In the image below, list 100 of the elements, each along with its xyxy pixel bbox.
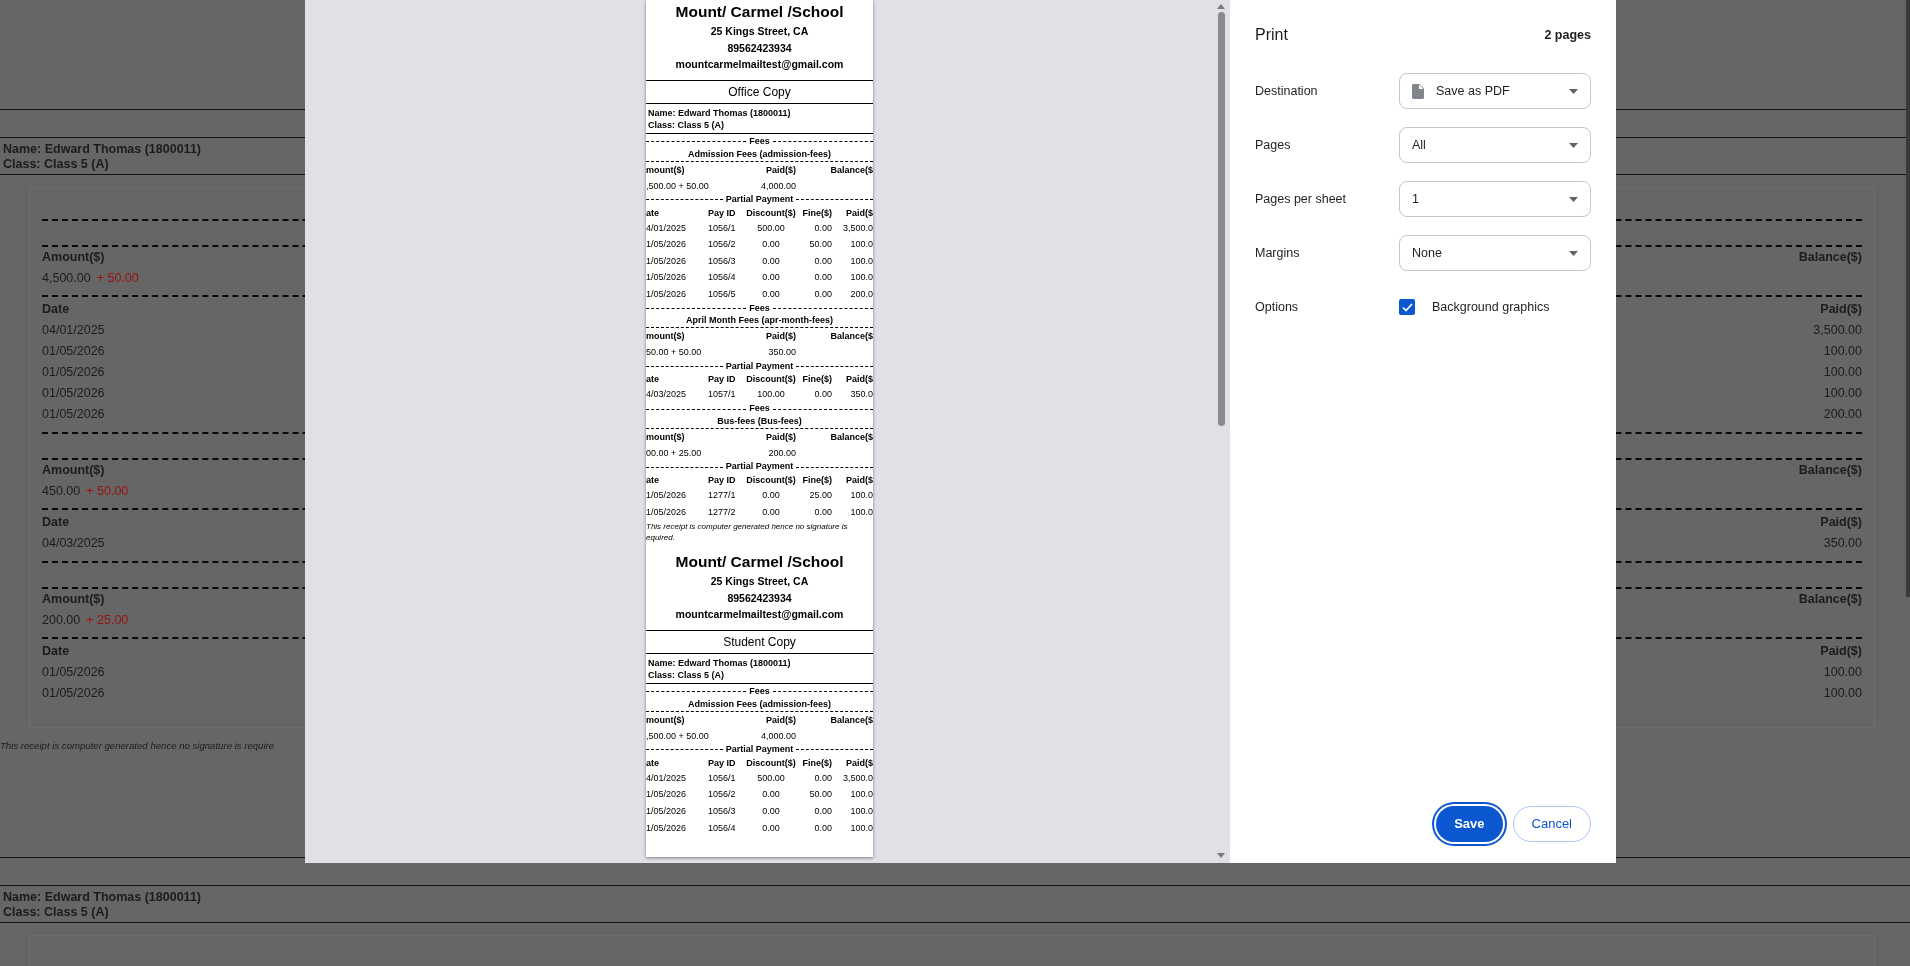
- date-cell-text: 01/05/2026: [42, 343, 105, 360]
- school-email: mountcarmelmailtest@gmail.com: [674, 607, 845, 623]
- table-cell-text: 1/05/2026: [646, 287, 688, 301]
- select-field[interactable]: All: [1399, 127, 1591, 163]
- amount-value: 200.00: [42, 613, 81, 627]
- table-cell-text: 0.00: [761, 271, 781, 285]
- school-name: Mount/ Carmel /School: [674, 2, 845, 22]
- paid-cell-text: 350.00: [1823, 535, 1862, 552]
- select-field[interactable]: 1: [1399, 181, 1591, 217]
- table-cell-text: 100.0: [849, 238, 873, 252]
- paid-cell-text: 200.00: [767, 447, 796, 461]
- scroll-down-arrow[interactable]: [1217, 853, 1225, 858]
- table-cell-text: 100.0: [849, 489, 873, 503]
- table-cell-text: 100.0: [849, 505, 873, 519]
- column-header: Paid($: [845, 206, 873, 220]
- column-header: Date: [42, 301, 70, 318]
- column-header: Discount($): [745, 373, 797, 387]
- date-cell-text: 01/05/2026: [42, 685, 105, 702]
- table-cell-text: 1/05/2026: [646, 254, 688, 268]
- column-header: mount($): [646, 713, 686, 727]
- column-header: Paid($): [765, 163, 796, 177]
- column-header: Amount($): [42, 591, 105, 608]
- paid-cell-text: 3,500.00: [1813, 322, 1862, 339]
- table-cell-text: 4/01/2025: [646, 771, 688, 785]
- scrollbar-thumb[interactable]: [1217, 12, 1225, 426]
- student-name: Name: Edward Thomas (1800011): [3, 142, 201, 157]
- column-header: Fine($): [802, 206, 833, 220]
- file-icon: [1412, 83, 1424, 99]
- column-header: Paid($): [765, 431, 796, 445]
- table-cell-text: 0.00: [813, 254, 833, 268]
- table-cell-text: 3,500.0: [841, 221, 873, 235]
- table-cell-text: 0.00: [761, 505, 781, 519]
- paid-cell-text: 100.00: [1823, 343, 1862, 360]
- select-field[interactable]: None: [1399, 235, 1591, 271]
- table-cell-text: 1056/3: [707, 254, 737, 268]
- student-name: Name: Edward Thomas (1800011): [3, 890, 201, 905]
- field-label: Destination: [1255, 82, 1319, 100]
- fee-name: Admission Fees (admission-fees): [686, 697, 832, 710]
- column-header: Balance($): [1798, 249, 1862, 266]
- date-cell-text: 01/05/2026: [42, 364, 105, 381]
- page-count: 2 pages: [1544, 26, 1591, 44]
- table-cell-text: 100.0: [849, 788, 873, 802]
- table-cell-text: 0.00: [761, 287, 781, 301]
- paid-cell-text: 4,000.00: [759, 179, 796, 193]
- student-class: Class: Class 5 (A): [3, 157, 109, 172]
- scrollbar[interactable]: [1906, 0, 1910, 597]
- column-header: Balance($): [1798, 462, 1862, 479]
- fine-value: + 50.00: [96, 271, 139, 285]
- checkbox-label: Background graphics: [1432, 298, 1550, 316]
- table-cell-text: 350.0: [849, 388, 873, 402]
- column-header: Paid($): [765, 330, 796, 344]
- paid-cell-text: 100.00: [1823, 364, 1862, 381]
- section-label: Partial Payment: [724, 359, 795, 373]
- table-cell-text: 1056/5: [707, 287, 737, 301]
- table-cell-text: 1056/3: [707, 804, 737, 818]
- checkbox[interactable]: [1399, 299, 1415, 315]
- column-header: Paid($: [845, 373, 873, 387]
- column-header: mount($): [646, 163, 686, 177]
- table-cell-text: 1056/4: [707, 821, 737, 835]
- amount-value: 4,500.00: [42, 271, 91, 285]
- select-field[interactable]: Save as PDF: [1399, 73, 1591, 109]
- scroll-up-arrow[interactable]: [1217, 4, 1225, 9]
- column-header: Fine($): [802, 373, 833, 387]
- amount-value: 450.00: [42, 484, 81, 498]
- paid-cell-text: 100.00: [1823, 664, 1862, 681]
- paid-cell-text: 100.00: [1823, 685, 1862, 702]
- column-header: Balance($: [829, 330, 873, 344]
- table-cell-text: 0.00: [813, 821, 833, 835]
- table-cell-text: 1277/1: [707, 489, 737, 503]
- fee-name: Bus-fees (Bus-fees): [716, 415, 803, 428]
- table-cell-text: 100.00: [756, 388, 786, 402]
- table-cell-text: 1/05/2026: [646, 238, 688, 252]
- cancel-button[interactable]: Cancel: [1512, 806, 1591, 842]
- table-cell-text: 0.00: [761, 489, 781, 503]
- table-cell-text: 0.00: [761, 804, 781, 818]
- paid-cell-text: 350.00: [767, 346, 796, 360]
- student-class: Class: Class 5 (A): [648, 118, 726, 131]
- table-cell-text: 0.00: [813, 804, 833, 818]
- table-cell-text: 0.00: [761, 238, 781, 252]
- column-header: Amount($): [42, 462, 105, 479]
- table-cell-text: 1/05/2026: [646, 271, 688, 285]
- table-cell-text: 1/05/2026: [646, 788, 688, 802]
- column-header: Amount($): [42, 249, 105, 266]
- table-cell-text: 100.0: [849, 821, 873, 835]
- column-header: ate: [646, 756, 660, 770]
- fee-name: Admission Fees (admission-fees): [686, 147, 832, 160]
- table-cell-text: 100.0: [849, 271, 873, 285]
- amount-cell-text: ,500.00 + 50.00: [646, 729, 710, 743]
- school-address: 25 Kings Street, CA: [709, 24, 810, 39]
- column-header: Paid($): [765, 713, 796, 727]
- column-header: Pay ID: [707, 756, 737, 770]
- column-header: mount($): [646, 330, 686, 344]
- caret-icon: [1569, 88, 1578, 94]
- column-header: Balance($: [829, 713, 873, 727]
- section-label: Partial Payment: [724, 460, 795, 474]
- table-cell-text: 1/05/2026: [646, 804, 688, 818]
- fee-name: April Month Fees (apr-month-fees): [685, 314, 834, 327]
- student-class: Class: Class 5 (A): [3, 905, 109, 920]
- section-label: Partial Payment: [724, 743, 795, 756]
- column-header: Discount($): [745, 474, 797, 488]
